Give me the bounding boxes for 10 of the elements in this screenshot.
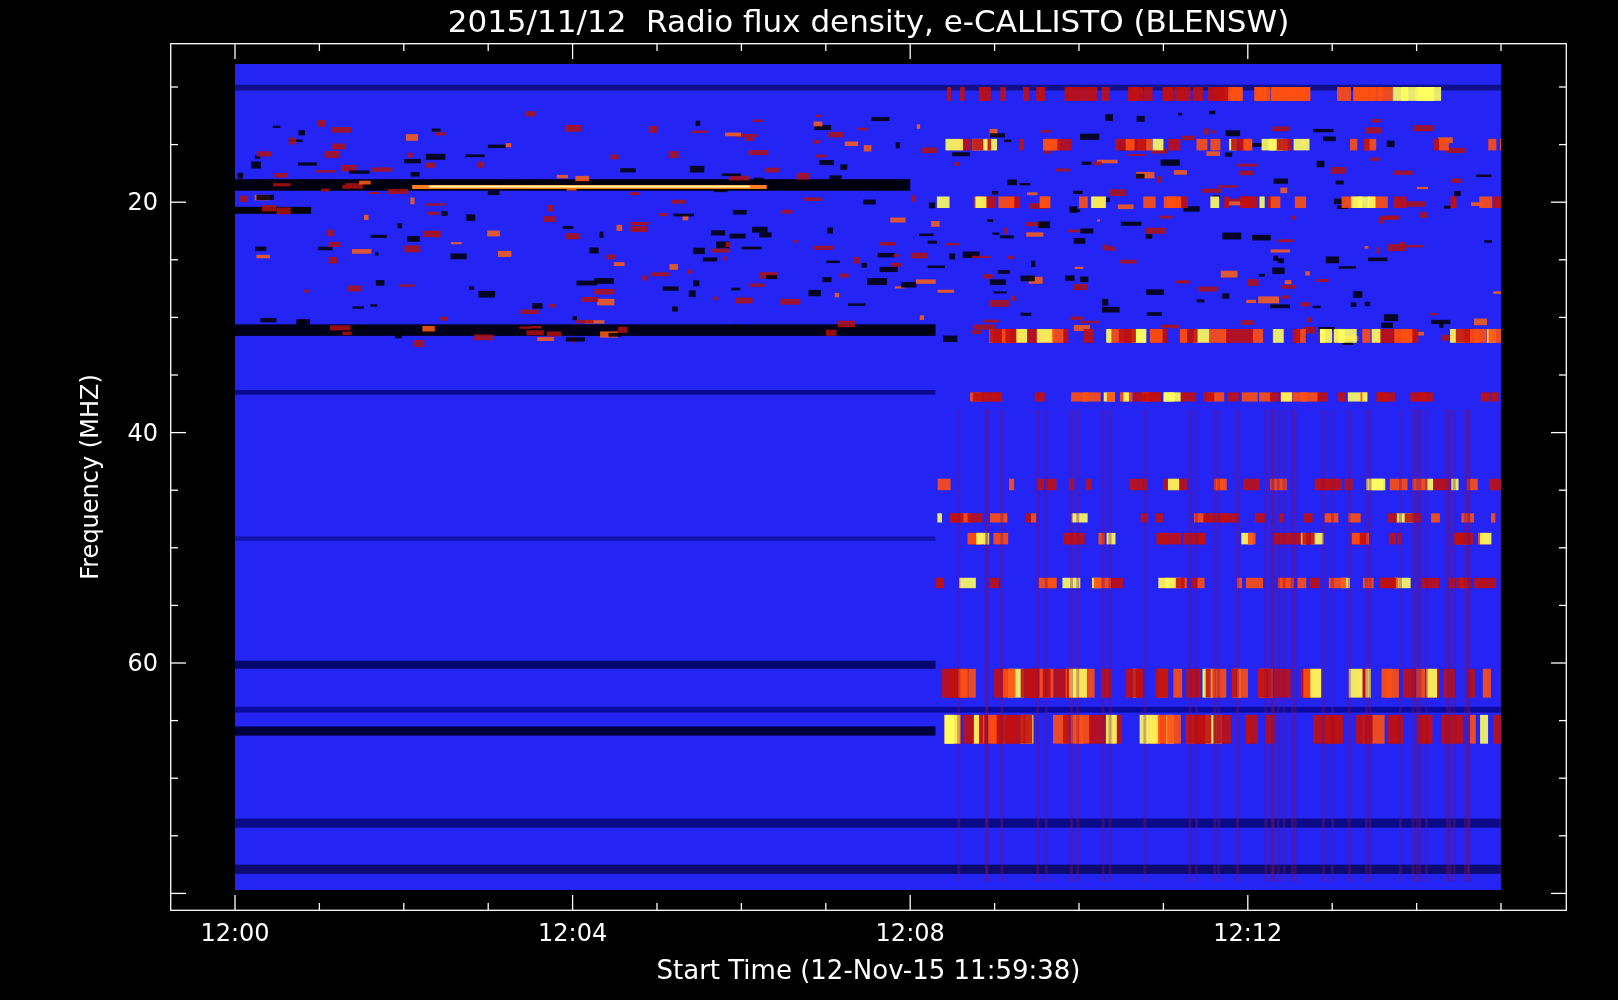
- x-axis-label: Start Time (12-Nov-15 11:59:38): [655, 957, 1082, 983]
- x-tick-label: 12:00: [200, 921, 270, 945]
- x-tick-label: 12:08: [875, 921, 945, 945]
- x-tick-label: 12:12: [1213, 921, 1283, 945]
- chart-title: 2015/11/12 Radio flux density, e-CALLISTO (BLENSW): [446, 2, 1291, 41]
- y-tick-label: 60: [127, 651, 158, 675]
- x-tick-label: 12:04: [538, 921, 608, 945]
- y-tick-label: 40: [127, 420, 158, 445]
- y-tick-label: 20: [127, 190, 158, 215]
- y-axis-label: Frequency (MHZ): [76, 374, 104, 580]
